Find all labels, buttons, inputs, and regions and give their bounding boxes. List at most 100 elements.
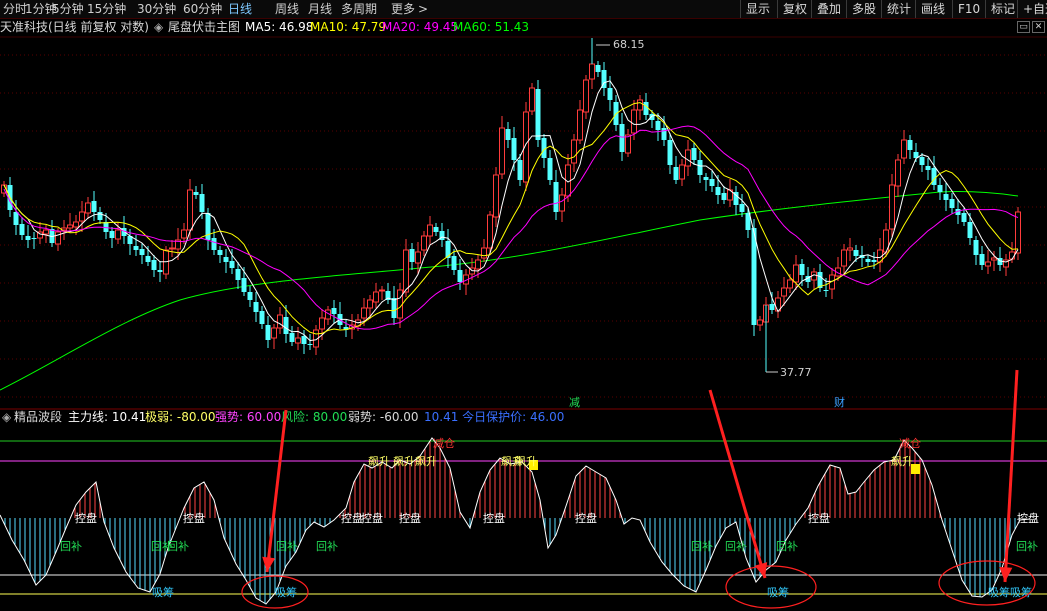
wave-label: 控盘 bbox=[183, 511, 205, 525]
candle-body-up bbox=[679, 164, 685, 180]
candle-body-up bbox=[589, 63, 595, 80]
candle-body-up bbox=[685, 149, 691, 167]
candle-body-down bbox=[97, 212, 103, 220]
wave-label: 回补 bbox=[167, 540, 189, 553]
candle-body-down bbox=[661, 128, 667, 140]
candle-body-up bbox=[1015, 211, 1021, 254]
candle-body-down bbox=[253, 302, 259, 312]
candle-body-up bbox=[43, 229, 49, 235]
candle-body-down bbox=[931, 168, 937, 185]
candle-body-up bbox=[373, 291, 379, 303]
candle-body-up bbox=[991, 257, 997, 261]
wave-label: 减仓 bbox=[433, 436, 455, 450]
wave-label: 控盘 bbox=[361, 511, 383, 525]
candle-body-up bbox=[577, 109, 583, 141]
candle-body-up bbox=[421, 235, 427, 251]
candle-body-down bbox=[619, 124, 625, 152]
wave-label: 吸筹 bbox=[1010, 585, 1032, 599]
candle-body-down bbox=[649, 114, 655, 120]
candle-body-up bbox=[361, 307, 367, 319]
wave-label: 控盘 bbox=[341, 511, 363, 525]
candle-body-up bbox=[757, 319, 763, 326]
candle-body-down bbox=[217, 250, 223, 255]
candle-body-down bbox=[643, 102, 649, 115]
candle-body-up bbox=[427, 224, 433, 237]
candle-body-down bbox=[739, 204, 745, 212]
candle-body-up bbox=[895, 159, 901, 187]
candle-body-up bbox=[499, 127, 505, 175]
wave-label: 飙升 bbox=[368, 454, 390, 468]
candle-body-down bbox=[241, 278, 247, 292]
wave-label: 飙升 bbox=[891, 454, 913, 468]
candle-body-down bbox=[709, 179, 715, 186]
wave-label: 吸筹 bbox=[152, 585, 174, 599]
signal-jian: 减 bbox=[569, 396, 580, 409]
candle-body-down bbox=[943, 194, 949, 200]
candle-body-down bbox=[973, 240, 979, 255]
candle-body-down bbox=[265, 325, 271, 340]
candle-body-down bbox=[19, 224, 25, 235]
candle-body-down bbox=[229, 261, 235, 268]
high-price-label: 68.15 bbox=[613, 38, 645, 51]
candle-body-up bbox=[637, 99, 643, 111]
signal-cai: 财 bbox=[834, 395, 845, 409]
candle-body-down bbox=[919, 157, 925, 165]
candle-body-up bbox=[319, 317, 325, 330]
candle-body-down bbox=[247, 292, 253, 300]
candle-body-down bbox=[109, 231, 115, 238]
candle-body-up bbox=[529, 87, 535, 112]
candle-body-down bbox=[505, 129, 511, 140]
candle-body-down bbox=[517, 160, 523, 180]
candle-body-down bbox=[715, 187, 721, 195]
candle-body-down bbox=[235, 269, 241, 280]
candle-body-down bbox=[823, 290, 829, 291]
candle-body-up bbox=[67, 224, 73, 229]
candle-body-down bbox=[31, 238, 37, 239]
wave-label: 吸筹 bbox=[767, 585, 789, 599]
candle-body-down bbox=[199, 194, 205, 212]
candle-body-down bbox=[925, 166, 931, 170]
candle-body-up bbox=[475, 259, 481, 270]
candle-body-down bbox=[907, 140, 913, 150]
wave-label: 飙升 bbox=[415, 454, 437, 468]
candle-body-down bbox=[391, 298, 397, 318]
candle-body-down bbox=[331, 308, 337, 314]
wave-label: 飙升 bbox=[515, 454, 537, 468]
candle-body-down bbox=[211, 238, 217, 250]
candle-body-down bbox=[769, 304, 775, 310]
candle-body-down bbox=[157, 270, 163, 272]
candle-body-up bbox=[367, 299, 373, 309]
arrow-annotations bbox=[241, 369, 1036, 609]
candle-body-down bbox=[655, 121, 661, 130]
candle-body-down bbox=[457, 270, 463, 282]
ma60-line bbox=[0, 191, 1019, 391]
wave-label: 控盘 bbox=[399, 511, 421, 525]
wave-label: 吸筹 bbox=[988, 585, 1010, 599]
candle-body-up bbox=[397, 289, 403, 319]
candle-body-down bbox=[871, 260, 877, 262]
candle-body-up bbox=[847, 247, 853, 251]
candle-body-down bbox=[937, 185, 943, 192]
candle-body-up bbox=[583, 79, 589, 113]
candle-body-down bbox=[667, 140, 673, 165]
wave-label: 控盘 bbox=[808, 511, 830, 525]
candle-body-down bbox=[697, 160, 703, 175]
candle-body-down bbox=[703, 177, 709, 180]
candle-body-up bbox=[481, 247, 487, 259]
candle-body-down bbox=[301, 336, 307, 344]
wave-label: 回补 bbox=[60, 540, 82, 553]
candlestick-series bbox=[1, 38, 1021, 373]
wave-label: 回补 bbox=[725, 540, 747, 553]
candle-body-down bbox=[133, 246, 139, 250]
candle-body-up bbox=[571, 139, 577, 164]
candle-body-down bbox=[535, 89, 541, 140]
candle-body-down bbox=[151, 260, 157, 270]
candle-body-up bbox=[1009, 251, 1015, 260]
candle-body-down bbox=[547, 158, 553, 180]
candle-body-up bbox=[79, 211, 85, 222]
candle-body-up bbox=[73, 221, 79, 228]
candle-body-down bbox=[751, 228, 757, 325]
candle-body-up bbox=[379, 289, 385, 292]
kline-chart-canvas[interactable]: 68.15 37.77 减 财 控盘 控盘 控盘控盘 控盘 控盘 控盘 控盘 控盘回补 回补回补… bbox=[0, 0, 1047, 611]
ma20-line bbox=[3, 125, 1019, 330]
